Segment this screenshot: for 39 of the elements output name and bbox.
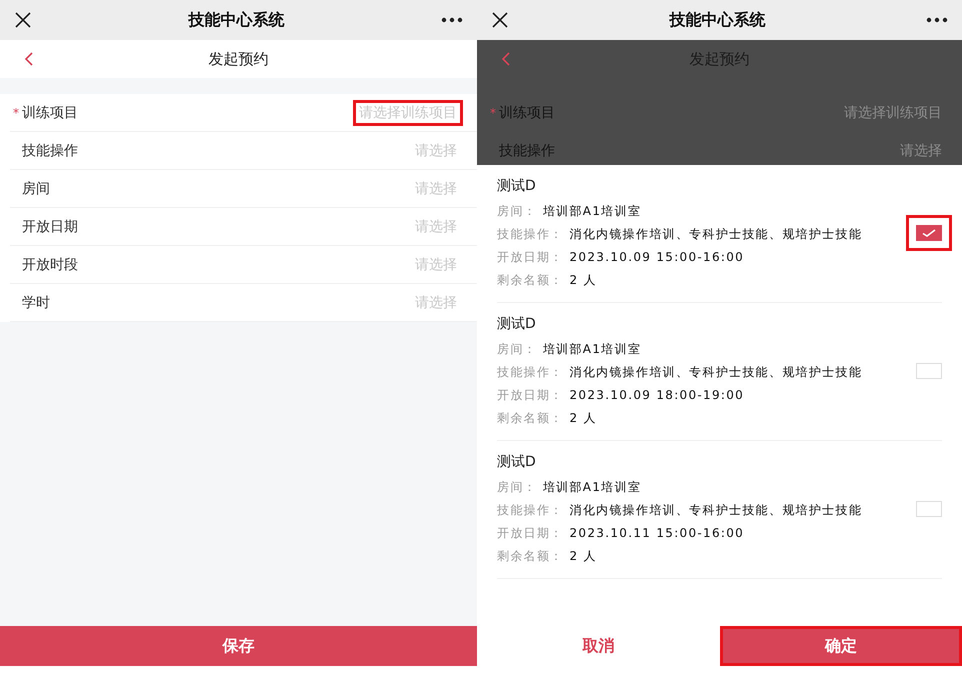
detail-line: 技能操作： 消化内镜操作培训、专科护士技能、规培护士技能 (497, 502, 864, 518)
field-label: 开放时段 (22, 256, 78, 274)
close-icon[interactable] (14, 11, 32, 29)
close-icon[interactable] (491, 11, 509, 29)
detail-line: 房间： 培训部A1培训室 (497, 203, 642, 219)
detail-line: 剩余名额： 2 人 (497, 548, 598, 564)
option-title: 测试D (497, 453, 537, 471)
checkbox[interactable] (916, 224, 942, 240)
more-icon[interactable] (926, 17, 948, 23)
detail-line: 开放日期： 2023.10.09 15:00-16:00 (497, 249, 746, 265)
app-title: 技能中心系统 (670, 10, 766, 30)
app-title: 技能中心系统 (188, 10, 284, 30)
select-field[interactable]: 请选择 (894, 138, 948, 164)
option-title: 测试D (497, 177, 537, 195)
checkbox[interactable] (916, 500, 942, 516)
more-icon[interactable] (441, 17, 463, 23)
option-title: 测试D (497, 315, 537, 333)
save-button[interactable]: 保存 (0, 626, 477, 666)
confirm-button[interactable]: 确定 (720, 626, 962, 666)
detail-line: 技能操作： 消化内镜操作培训、专科护士技能、规培护士技能 (497, 226, 864, 242)
back-icon[interactable] (24, 52, 34, 66)
check-icon (922, 228, 936, 236)
detail-line: 剩余名额： 2 人 (497, 410, 598, 426)
page-title: 发起预约 (208, 50, 268, 68)
field-label: 训练项目 (22, 104, 78, 122)
field-label: 开放日期 (22, 218, 78, 236)
field-label: 学时 (22, 294, 50, 312)
detail-line: 剩余名额： 2 人 (497, 272, 598, 288)
detail-line: 房间： 培训部A1培训室 (497, 341, 642, 357)
detail-line: 房间： 培训部A1培训室 (497, 479, 642, 495)
checkbox[interactable] (916, 362, 942, 378)
field-label: 技能操作 (22, 142, 78, 160)
detail-line: 开放日期： 2023.10.11 15:00-16:00 (497, 525, 746, 541)
detail-line: 开放日期： 2023.10.09 18:00-19:00 (497, 387, 746, 403)
select-field[interactable]: 请选择训练项目 (838, 100, 948, 126)
required-mark: * (489, 106, 497, 120)
field-label: 房间 (22, 180, 50, 198)
detail-line: 技能操作： 消化内镜操作培训、专科护士技能、规培护士技能 (497, 364, 864, 380)
required-mark: * (12, 106, 20, 120)
